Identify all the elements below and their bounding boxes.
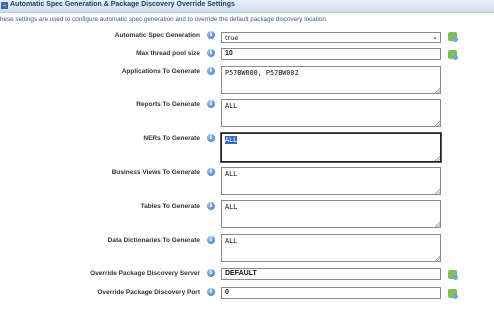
info-icon[interactable]: i	[207, 134, 215, 142]
ners-label: NERs To Generate	[143, 135, 200, 142]
chevron-down-icon: ⌄	[432, 33, 438, 41]
resize-handle[interactable]	[435, 189, 440, 194]
spec-generation-label: Automatic Spec Generation	[114, 32, 200, 39]
applications-label: Applications To Generate	[121, 68, 200, 75]
ners-textarea[interactable]: ALL	[221, 133, 441, 162]
pkg-port-label: Override Package Discovery Port	[97, 289, 200, 296]
reports-label: Reports To Generate	[136, 101, 200, 108]
info-icon[interactable]: i	[207, 100, 215, 108]
info-icon[interactable]: i	[207, 49, 215, 57]
business-views-textarea[interactable]: ALL	[221, 167, 441, 195]
info-icon[interactable]: i	[207, 202, 215, 210]
info-icon[interactable]: i	[207, 31, 215, 39]
add-field-icon[interactable]	[448, 32, 458, 42]
tables-value: ALL	[225, 203, 238, 211]
pkg-server-input[interactable]: DEFAULT	[221, 268, 441, 280]
add-field-icon[interactable]	[448, 289, 458, 299]
info-icon[interactable]: i	[207, 168, 215, 176]
max-thread-input[interactable]: 10	[221, 48, 441, 60]
tables-label: Tables To Generate	[140, 203, 200, 210]
ners-value: ALL	[225, 136, 238, 144]
applications-value: P57BW000, P57BW002	[225, 69, 299, 77]
business-views-value: ALL	[225, 170, 238, 178]
section-description: hese settings are used to configure auto…	[0, 16, 328, 23]
pkg-server-label: Override Package Discovery Server	[90, 270, 200, 277]
resize-handle[interactable]	[435, 121, 440, 126]
info-icon[interactable]: i	[207, 269, 215, 277]
data-dictionaries-textarea[interactable]: ALL	[221, 234, 441, 262]
pkg-port-input[interactable]: 0	[221, 287, 441, 299]
section-title: Automatic Spec Generation & Package Disc…	[10, 1, 235, 8]
applications-textarea[interactable]: P57BW000, P57BW002	[221, 66, 441, 94]
data-dictionaries-value: ALL	[225, 237, 238, 245]
max-thread-label: Max thread pool size	[136, 50, 200, 57]
resize-handle[interactable]	[435, 222, 440, 227]
info-icon[interactable]: i	[207, 236, 215, 244]
add-field-icon[interactable]	[448, 270, 458, 280]
spec-generation-select[interactable]: true ⌄	[221, 32, 441, 43]
add-field-icon[interactable]	[448, 50, 458, 60]
section-header[interactable]: – Automatic Spec Generation & Package Di…	[0, 0, 494, 13]
info-icon[interactable]: i	[207, 288, 215, 296]
business-views-label: Business Views To Generate	[111, 169, 200, 176]
collapse-icon[interactable]: –	[1, 2, 8, 9]
info-icon[interactable]: i	[207, 67, 215, 75]
resize-handle[interactable]	[435, 256, 440, 261]
reports-value: ALL	[225, 102, 238, 110]
reports-textarea[interactable]: ALL	[221, 99, 441, 127]
data-dictionaries-label: Data Dictionaries To Generate	[107, 237, 200, 244]
resize-handle[interactable]	[435, 156, 440, 161]
spec-generation-value: true	[225, 34, 239, 42]
resize-handle[interactable]	[435, 88, 440, 93]
tables-textarea[interactable]: ALL	[221, 200, 441, 228]
